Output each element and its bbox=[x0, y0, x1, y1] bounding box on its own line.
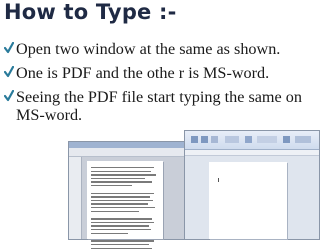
bullet-text: Seeing the PDF file start typing the sam… bbox=[16, 88, 302, 124]
word-ribbon bbox=[185, 131, 319, 150]
ms-word-screenshot bbox=[184, 130, 320, 240]
pdf-text-lines bbox=[91, 167, 159, 251]
bullet-text: One is PDF and the othe r is MS-word. bbox=[16, 64, 270, 82]
pdf-page bbox=[87, 161, 163, 249]
bullet-item: Seeing the PDF file start typing the sam… bbox=[4, 88, 316, 124]
bullet-list: Open two window at the same as shown. On… bbox=[4, 40, 316, 130]
checkmark-bullet-icon bbox=[4, 66, 14, 78]
checkmark-bullet-icon bbox=[4, 42, 14, 54]
bullet-text: Open two window at the same as shown. bbox=[16, 40, 281, 58]
text-cursor bbox=[218, 178, 219, 182]
slide-title: How to Type :- bbox=[4, 0, 177, 24]
word-canvas bbox=[185, 156, 319, 239]
pdf-sidebar bbox=[69, 157, 82, 239]
checkmark-bullet-icon bbox=[4, 90, 14, 102]
bullet-item: One is PDF and the othe r is MS-word. bbox=[4, 64, 316, 82]
word-blank-page bbox=[209, 162, 287, 239]
bullet-item: Open two window at the same as shown. bbox=[4, 40, 316, 58]
